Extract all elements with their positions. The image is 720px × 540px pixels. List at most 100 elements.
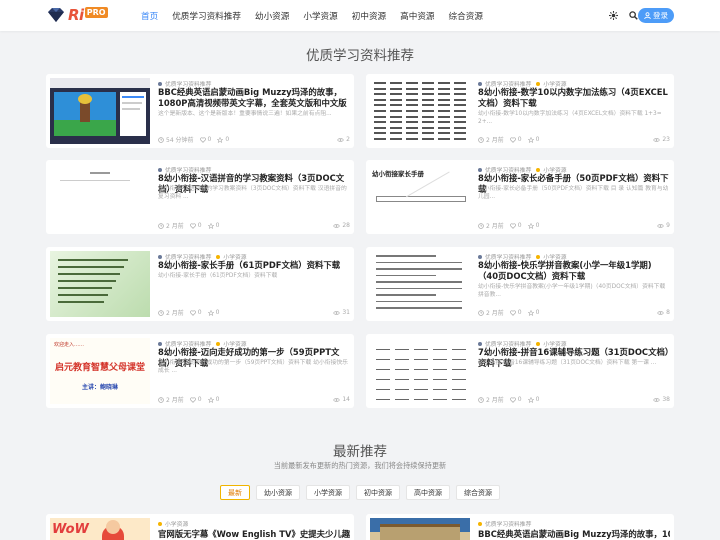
star-icon	[207, 222, 214, 229]
clock-icon	[158, 309, 164, 316]
thumb-line1: 启元教育智慧父母课堂	[54, 363, 145, 373]
thumb-heading: 幼小衔接家长手册	[372, 170, 424, 178]
tab-primary[interactable]: 小学资源	[306, 485, 350, 500]
card-footer: 2 月前 0 0 23	[478, 135, 670, 144]
resource-card[interactable]: 优质学习资料推荐 小学资源 8幼小衔接-家长手册（61页PDF文档）资料下载 幼小衔接…	[46, 247, 354, 321]
wow-logo: WoW	[52, 522, 89, 537]
card-likes[interactable]: 0	[189, 222, 202, 229]
card-comments[interactable]: 0	[207, 309, 219, 316]
star-icon	[527, 396, 534, 403]
latest-card-title[interactable]: 官网版无字幕《Wow English TV》史提夫少儿趣味...	[158, 528, 350, 540]
card-title[interactable]: 8幼小衔接-数学10以内数字加法练习（4页EXCEL文档）资料下载	[478, 87, 670, 109]
theme-toggle-icon[interactable]	[608, 11, 618, 21]
search-icon[interactable]	[628, 11, 638, 21]
eye-icon	[657, 223, 664, 228]
card-description: 幼小衔接-汉语拼音的学习教案资料（3页DOC文档）资料下载 汉语拼音的复习资料 …	[158, 186, 347, 200]
nav-home[interactable]: 首页	[141, 10, 158, 22]
featured-title: 优质学习资料推荐	[306, 48, 414, 64]
card-thumbnail[interactable]: 幼小衔接家长手册	[370, 164, 470, 230]
top-header: Ri PRO 首页 优质学习资料推荐 幼小资源 小学资源 初中资源 高中资源 综…	[0, 0, 720, 31]
logo-badge: PRO	[84, 6, 108, 18]
card-comments[interactable]: 0	[207, 222, 219, 229]
card-likes[interactable]: 0	[509, 222, 522, 229]
card-time: 2 月前	[478, 308, 504, 317]
heart-icon	[509, 309, 516, 316]
card-title[interactable]: 8幼小衔接-家长手册（61页PDF文档）资料下载	[158, 260, 350, 271]
latest-tabs: 最新 幼小资源 小学资源 初中资源 高中资源 综合资源	[0, 485, 720, 500]
card-time: 2 月前	[478, 221, 504, 230]
resource-card[interactable]: 优质学习资料推荐 BBC经典英语启蒙动画Big Muzzy玛泽的故事，1080P高…	[46, 74, 354, 148]
card-thumbnail[interactable]	[50, 251, 150, 317]
card-views: 31	[333, 309, 350, 316]
card-thumbnail[interactable]	[370, 78, 470, 144]
card-thumbnail[interactable]: 欢迎走入…… 启元教育智慧父母课堂 主讲：鲍晓琳	[50, 338, 150, 404]
card-time: 2 月前	[478, 135, 504, 144]
card-likes[interactable]: 0	[509, 396, 522, 403]
card-comments[interactable]: 0	[527, 396, 539, 403]
nav-preschool[interactable]: 幼小资源	[255, 10, 289, 22]
card-thumbnail[interactable]	[50, 164, 150, 230]
card-likes[interactable]: 0	[509, 309, 522, 316]
eye-icon	[337, 137, 344, 142]
card-description: 这个是新版本、这个是新版本！重要事情说三遍！如果之前有点阻...	[158, 111, 332, 117]
login-button[interactable]: 登录	[638, 8, 674, 23]
card-footer: 2 月前 0 0 9	[478, 221, 670, 230]
nav-featured[interactable]: 优质学习资料推荐	[172, 10, 241, 22]
resource-card[interactable]: 优质学习资料推荐 8幼小衔接-汉语拼音的学习教案资料（3页DOC文档）资料下载 幼小…	[46, 160, 354, 234]
heart-icon	[199, 136, 206, 143]
tab-senior[interactable]: 高中资源	[406, 485, 450, 500]
latest-card-title[interactable]: BBC经典英语启蒙动画Big Muzzy玛泽的故事，10...	[478, 528, 670, 540]
clock-icon	[478, 222, 484, 229]
card-comments[interactable]: 0	[207, 396, 219, 403]
nav-general[interactable]: 综合资源	[449, 10, 483, 22]
card-views: 2	[337, 136, 350, 143]
card-comments[interactable]: 0	[527, 222, 539, 229]
heart-icon	[189, 309, 196, 316]
resource-card[interactable]: 欢迎走入…… 启元教育智慧父母课堂 主讲：鲍晓琳 优质学习资料推荐 小学资源 8幼小衔接-…	[46, 334, 354, 408]
nav-junior[interactable]: 初中资源	[352, 10, 386, 22]
tab-latest[interactable]: 最新	[220, 485, 250, 500]
latest-card[interactable]: 优质学习资料推荐 BBC经典英语启蒙动画Big Muzzy玛泽的故事，10...	[366, 514, 674, 540]
card-thumbnail[interactable]	[370, 251, 470, 317]
card-likes[interactable]: 0	[199, 136, 211, 143]
card-time: 2 月前	[158, 308, 184, 317]
nav-primary[interactable]: 小学资源	[303, 10, 337, 22]
card-comments[interactable]: 0	[527, 136, 539, 143]
eye-icon	[333, 397, 341, 402]
resource-card[interactable]: 优质学习资料推荐 小学资源 7幼小衔接-拼音16课辅导练习题（31页DOC文档）资料…	[366, 334, 674, 408]
card-title[interactable]: 8幼小衔接-快乐学拼音教案(小学一年级1学期)（40页DOC文档）资料下载	[478, 260, 670, 282]
card-time: 2 月前	[478, 395, 504, 404]
tab-preschool[interactable]: 幼小资源	[256, 485, 300, 500]
card-title[interactable]: BBC经典英语启蒙动画Big Muzzy玛泽的故事，1080P高清视频带英文字幕…	[158, 87, 350, 109]
thumb-line2: 主讲：鲍晓琳	[81, 384, 118, 391]
eye-icon	[657, 310, 664, 315]
star-icon	[217, 136, 224, 143]
card-comments[interactable]: 0	[527, 309, 539, 316]
site-logo[interactable]: Ri PRO	[46, 5, 108, 25]
resource-card[interactable]: 幼小衔接家长手册 优质学习资料推荐 小学资源 8幼小衔接-家长必备手册（50页PDF文…	[366, 160, 674, 234]
latest-thumb[interactable]	[370, 518, 470, 540]
tab-general[interactable]: 综合资源	[456, 485, 500, 500]
card-footer: 2 月前 0 0 28	[158, 221, 350, 230]
card-description: 幼小衔接-家长必备手册（50页PDF文档）资料下载 目 录 认知篇 教育与幼儿园…	[478, 186, 669, 200]
card-thumbnail[interactable]	[370, 338, 470, 404]
card-footer: 2 月前 0 0 38	[478, 395, 670, 404]
card-likes[interactable]: 0	[189, 396, 202, 403]
card-comments[interactable]: 0	[217, 136, 229, 143]
card-footer: 2 月前 0 0 31	[158, 308, 350, 317]
resource-card[interactable]: 优质学习资料推荐 小学资源 8幼小衔接-数学10以内数字加法练习（4页EXCEL文档…	[366, 74, 674, 148]
resource-card[interactable]: 优质学习资料推荐 小学资源 8幼小衔接-快乐学拼音教案(小学一年级1学期)（40页D…	[366, 247, 674, 321]
card-time: 2 月前	[158, 395, 184, 404]
card-description: 幼小衔接-迈向走好成功的第一步（59页PPT文档）资料下载 幼小衔接快乐成长 .…	[158, 360, 348, 374]
main-nav: 首页 优质学习资料推荐 幼小资源 小学资源 初中资源 高中资源 综合资源	[134, 0, 490, 31]
nav-senior[interactable]: 高中资源	[400, 10, 434, 22]
logo-text: Ri	[68, 6, 84, 24]
latest-card[interactable]: WoW 小学资源 官网版无字幕《Wow English TV》史提夫少儿趣味..…	[46, 514, 354, 540]
tab-junior[interactable]: 初中资源	[356, 485, 400, 500]
card-likes[interactable]: 0	[509, 136, 522, 143]
card-thumbnail[interactable]	[50, 78, 150, 144]
card-likes[interactable]: 0	[189, 309, 202, 316]
latest-thumb[interactable]: WoW	[50, 518, 150, 540]
card-time: 54 分钟前	[158, 135, 194, 144]
eye-icon	[333, 310, 341, 315]
